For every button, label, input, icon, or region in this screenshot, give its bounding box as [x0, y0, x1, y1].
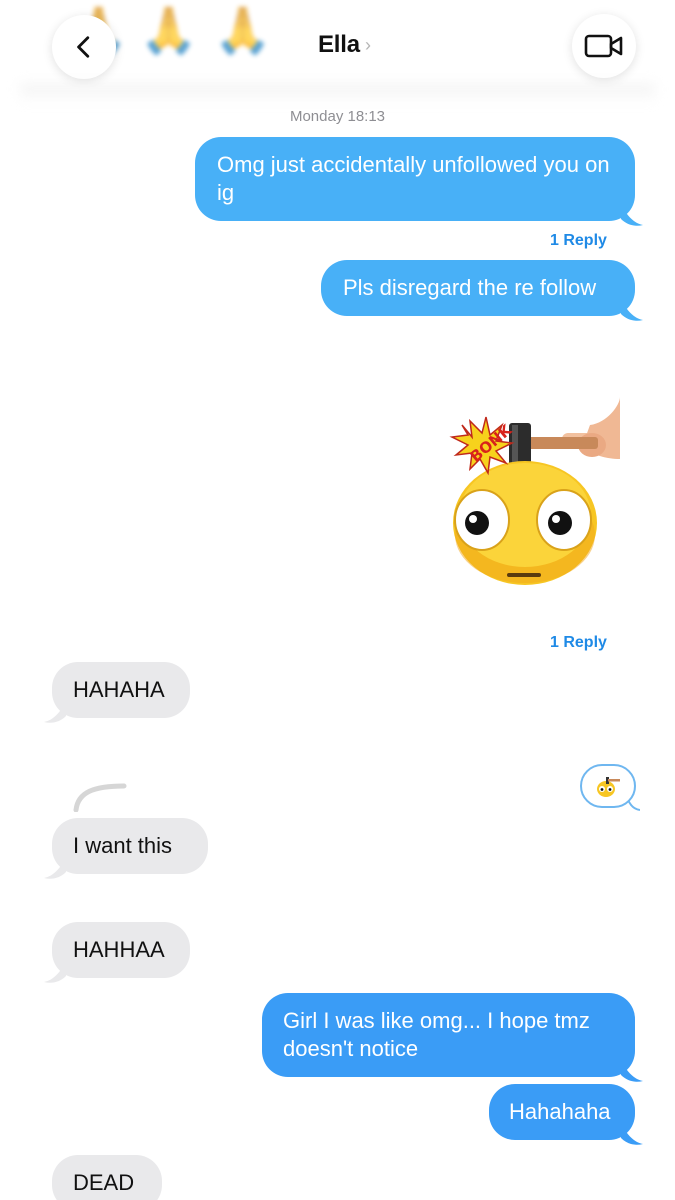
outgoing-message[interactable]: Pls disregard the re follow: [321, 260, 643, 321]
bubble-tail: [621, 205, 643, 226]
message-text: Pls disregard the re follow: [343, 275, 597, 300]
incoming-message[interactable]: HAHHAA: [44, 922, 190, 983]
reply-count-link[interactable]: 1 Reply: [550, 634, 607, 652]
chevron-right-icon[interactable]: ›: [365, 35, 371, 56]
messages-screen: 🙏 🙏 🙏 Ella › Monday 18:13 Omg just accid…: [0, 0, 675, 1200]
bubble-tail: [44, 702, 66, 723]
video-camera-icon: [584, 34, 623, 58]
conversation-header: 🙏 🙏 🙏 Ella ›: [0, 0, 675, 100]
message-text: Omg just accidentally unfollowed you on …: [217, 152, 610, 205]
incoming-message[interactable]: DEAD: [52, 1155, 162, 1200]
message-text: HAHHAA: [73, 937, 165, 962]
bubble-tail: [44, 858, 66, 879]
reply-thread-line: [73, 783, 127, 812]
outgoing-message[interactable]: Hahahaha: [489, 1084, 643, 1145]
bubble-tail: [628, 800, 640, 811]
chevron-left-icon: [77, 36, 90, 58]
reaction-sticker-thumbnail[interactable]: [580, 764, 640, 811]
outgoing-message[interactable]: Girl I was like omg... I hope tmz doesn'…: [262, 993, 643, 1082]
back-button[interactable]: [52, 15, 116, 79]
incoming-message[interactable]: I want this: [44, 818, 208, 879]
reply-count-link[interactable]: 1 Reply: [550, 232, 607, 250]
message-text: Girl I was like omg... I hope tmz doesn'…: [283, 1008, 590, 1061]
bubble-tail: [621, 1061, 643, 1082]
message-text: DEAD: [73, 1170, 135, 1195]
video-call-button[interactable]: [572, 14, 636, 78]
message-text: HAHAHA: [73, 677, 165, 702]
bonk-emoji-sticker[interactable]: BONK: [442, 395, 627, 590]
contact-name[interactable]: Ella: [318, 31, 360, 59]
outgoing-message[interactable]: Omg just accidentally unfollowed you on …: [195, 137, 643, 226]
message-text: I want this: [73, 833, 173, 858]
bubble-tail: [44, 962, 66, 983]
blurred-emoji: 🙏: [214, 4, 272, 56]
incoming-message[interactable]: HAHAHA: [44, 662, 190, 723]
thread-timestamp: Monday 18:13: [289, 108, 386, 125]
bubble-tail: [621, 1124, 643, 1145]
blurred-emoji: 🙏: [140, 4, 198, 56]
message-text: Hahahaha: [509, 1099, 611, 1124]
bonk-emoji-icon: [597, 777, 620, 797]
bubble-tail: [621, 300, 643, 321]
